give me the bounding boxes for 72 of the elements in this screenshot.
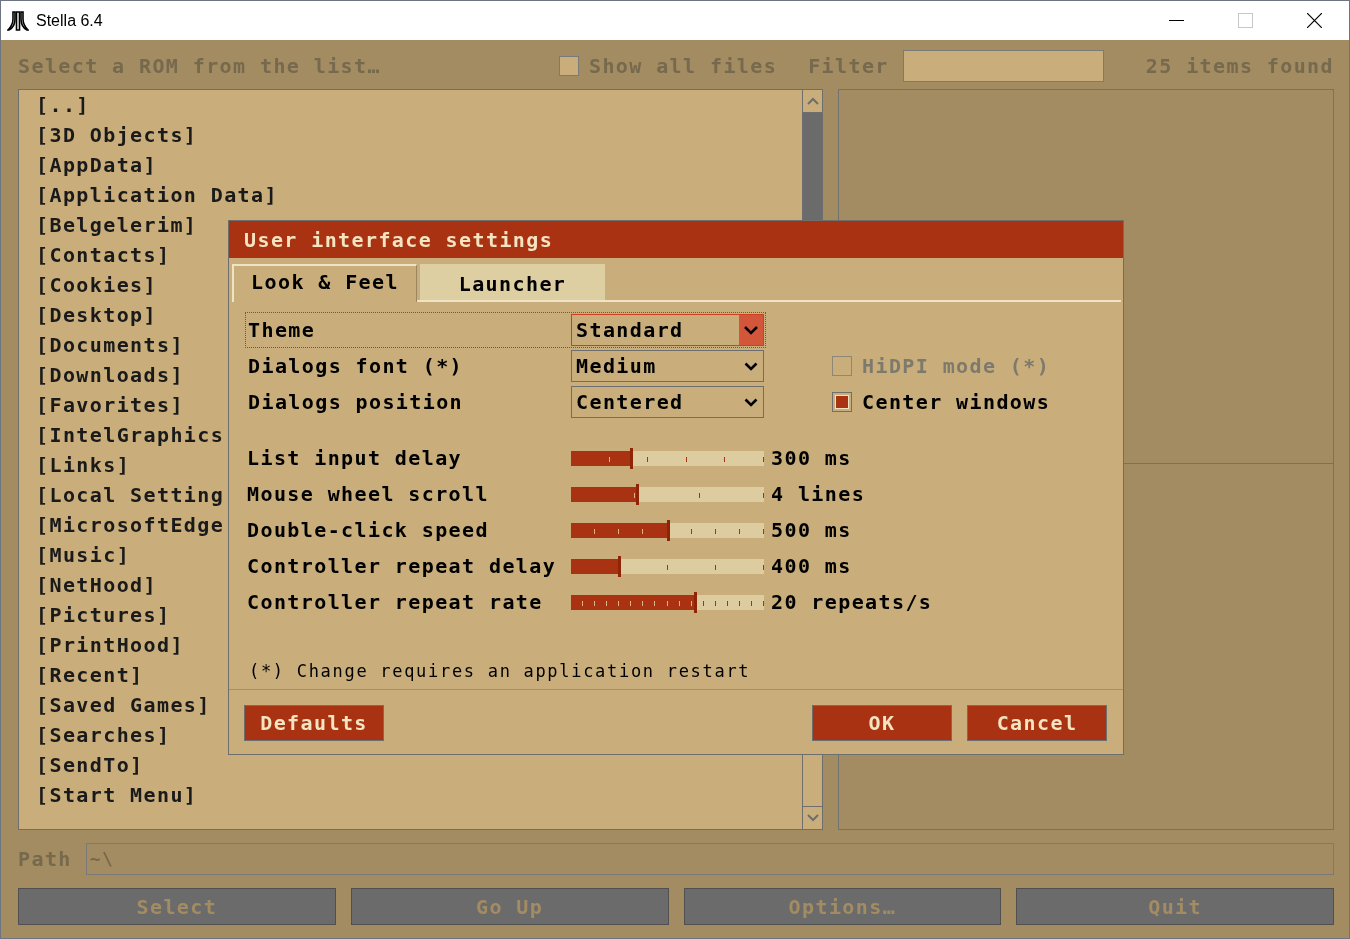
chevron-up-icon xyxy=(806,97,819,105)
setting-label: Theme xyxy=(248,318,317,342)
restart-note: (*) Change requires an application restart xyxy=(248,660,751,683)
slider-handle[interactable] xyxy=(618,555,622,577)
folder-item[interactable]: [Recent] xyxy=(36,660,144,690)
dropdown[interactable]: Standard xyxy=(571,314,764,346)
folder-item[interactable]: [3D Objects] xyxy=(36,120,198,150)
dropdown[interactable]: Centered xyxy=(571,386,764,418)
folder-item[interactable]: [Favorites] xyxy=(36,390,184,420)
slider-handle[interactable] xyxy=(629,447,633,469)
setting-label: Dialogs position xyxy=(248,390,465,414)
checkbox-label: HiDPI mode (*) xyxy=(862,354,1051,378)
chevron-down-icon xyxy=(744,361,758,371)
dialog-button[interactable]: OK xyxy=(812,705,952,741)
minimize-icon xyxy=(1169,20,1184,21)
folder-item[interactable]: [Pictures] xyxy=(36,600,171,630)
slider-label: Controller repeat delay xyxy=(247,554,558,578)
slider-label: Double-click speed xyxy=(247,518,490,542)
slider-value: 300 ms xyxy=(771,446,852,470)
folder-item[interactable]: [Local Setting xyxy=(36,480,225,510)
slider-value: 500 ms xyxy=(771,518,852,542)
maximize-icon xyxy=(1238,13,1253,28)
chevron-down-icon xyxy=(806,814,819,822)
folder-item[interactable]: [Links] xyxy=(36,450,131,480)
folder-item[interactable]: [Saved Games] xyxy=(36,690,211,720)
tab[interactable]: Launcher xyxy=(420,264,605,300)
slider-label: List input delay xyxy=(247,446,464,470)
slider-handle[interactable] xyxy=(666,519,670,541)
folder-item[interactable]: [Start Menu] xyxy=(36,780,198,810)
app-logo-icon xyxy=(7,10,29,31)
dialog-button[interactable]: Defaults xyxy=(244,705,384,741)
folder-item[interactable]: [Belgelerim] xyxy=(36,210,198,240)
folder-item[interactable]: [Desktop] xyxy=(36,300,157,330)
slider-label: Controller repeat rate xyxy=(247,590,544,614)
folder-item[interactable]: [MicrosoftEdge xyxy=(36,510,225,540)
folder-item[interactable]: [AppData] xyxy=(36,150,157,180)
slider-track[interactable] xyxy=(571,522,764,538)
slider-value: 20 repeats/s xyxy=(771,590,933,614)
window-title: Stella 6.4 xyxy=(36,11,103,30)
slider-handle[interactable] xyxy=(693,591,697,613)
slider-track[interactable] xyxy=(571,486,764,502)
slider-track[interactable] xyxy=(571,450,764,466)
chevron-down-icon xyxy=(739,315,763,345)
folder-item[interactable]: [Downloads] xyxy=(36,360,184,390)
filter-field[interactable] xyxy=(902,50,1104,82)
folder-item[interactable]: [NetHood] xyxy=(36,570,157,600)
chevron-down-icon xyxy=(744,397,758,407)
close-icon xyxy=(1307,13,1322,28)
folder-item[interactable]: [Application Data] xyxy=(36,180,278,210)
slider-label: Mouse wheel scroll xyxy=(247,482,490,506)
folder-item[interactable]: [Searches] xyxy=(36,720,171,750)
checkbox[interactable] xyxy=(832,392,852,412)
dialog-button[interactable]: Cancel xyxy=(967,705,1107,741)
slider-handle[interactable] xyxy=(635,483,639,505)
folder-item[interactable]: [PrintHood] xyxy=(36,630,184,660)
slider-value: 4 lines xyxy=(771,482,866,506)
folder-item[interactable]: [IntelGraphics xyxy=(36,420,225,450)
tab[interactable]: Look & Feel xyxy=(232,264,417,302)
dialog-title: User interface settings xyxy=(229,221,1123,258)
slider-track[interactable] xyxy=(571,594,764,610)
folder-item[interactable]: [..] xyxy=(36,90,90,120)
folder-item[interactable]: [Cookies] xyxy=(36,270,157,300)
slider-track[interactable] xyxy=(571,558,764,574)
slider-value: 400 ms xyxy=(771,554,852,578)
folder-item[interactable]: [Documents] xyxy=(36,330,184,360)
dropdown[interactable]: Medium xyxy=(571,350,764,382)
folder-item[interactable]: [Music] xyxy=(36,540,131,570)
folder-item[interactable]: [SendTo] xyxy=(36,750,144,780)
checkbox[interactable] xyxy=(558,56,579,76)
checkbox-label: Center windows xyxy=(862,390,1051,414)
setting-label: Dialogs font (*) xyxy=(248,354,465,378)
folder-item[interactable]: [Contacts] xyxy=(36,240,171,270)
